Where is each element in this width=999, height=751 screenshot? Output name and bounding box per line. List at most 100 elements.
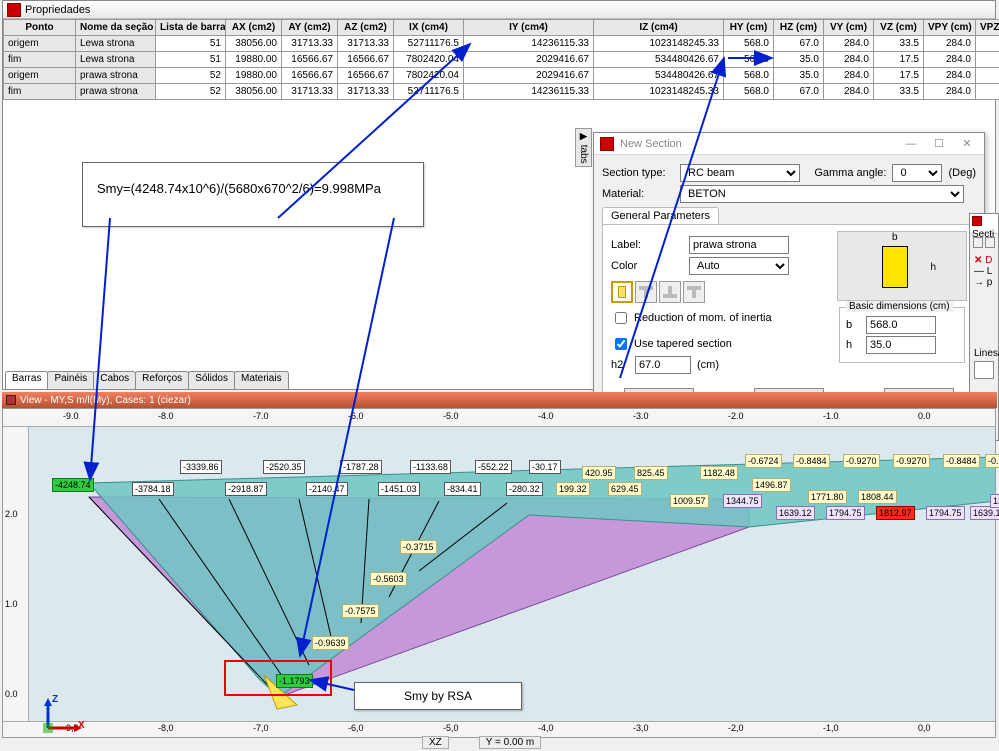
shape-tee1-icon[interactable]	[635, 281, 657, 303]
shape-cross-icon[interactable]	[683, 281, 705, 303]
cell[interactable]: 38056.00	[226, 36, 282, 52]
cell[interactable]: 17.5	[874, 52, 924, 68]
column-header[interactable]: IZ (cm4)	[594, 20, 724, 36]
tab-materiais[interactable]: Materiais	[234, 371, 289, 389]
column-header[interactable]: IY (cm4)	[464, 20, 594, 36]
cell[interactable]: 14236115.33	[464, 84, 594, 100]
column-header[interactable]: AZ (cm2)	[338, 20, 394, 36]
cell[interactable]: 52	[156, 84, 226, 100]
cell[interactable]: 67.0	[774, 36, 824, 52]
cell[interactable]: origem	[4, 68, 76, 84]
table-row[interactable]: origemLewa strona5138056.0031713.3331713…	[4, 36, 999, 52]
cell[interactable]: origem	[4, 36, 76, 52]
cell[interactable]: 568.0	[724, 52, 774, 68]
cell[interactable]: 16566.67	[282, 52, 338, 68]
cell[interactable]: 33.5	[874, 84, 924, 100]
cell[interactable]: 31713.33	[282, 36, 338, 52]
tab-paineis[interactable]: Painéis	[47, 371, 94, 389]
table-row[interactable]: origemprawa strona5219880.0016566.671656…	[4, 68, 999, 84]
cell[interactable]: 284.0	[824, 84, 874, 100]
tab-general-parameters[interactable]: General Parameters	[602, 207, 719, 224]
h2-input[interactable]	[635, 356, 691, 374]
cell[interactable]: 17.5	[874, 68, 924, 84]
column-header[interactable]: VPZ (cm)	[976, 20, 999, 36]
cell[interactable]: 52	[156, 68, 226, 84]
cell[interactable]: 2029416.67	[464, 52, 594, 68]
cell[interactable]: 284.0	[924, 52, 976, 68]
cell[interactable]: 33.5	[976, 84, 999, 100]
cell[interactable]: 19880.00	[226, 52, 282, 68]
view-bar[interactable]: View - MY,S m/l(My), Cases: 1 (ciezar)	[2, 392, 997, 408]
cell[interactable]: fim	[4, 84, 76, 100]
column-header[interactable]: VZ (cm)	[874, 20, 924, 36]
cell[interactable]: 16566.67	[338, 68, 394, 84]
reduction-checkbox[interactable]: Reduction of mom. of inertia	[611, 309, 831, 327]
cell[interactable]: fim	[4, 52, 76, 68]
cell[interactable]: 35.0	[774, 52, 824, 68]
side-tabs-handle[interactable]: ◀ tabs	[575, 128, 592, 167]
cell[interactable]: 534480426.67	[594, 68, 724, 84]
open-icon[interactable]	[985, 237, 995, 248]
cell[interactable]: 284.0	[824, 68, 874, 84]
tapered-checkbox[interactable]: Use tapered section	[611, 335, 831, 353]
properties-bottom-tabs[interactable]: Barras Painéis Cabos Reforços Sólidos Ma…	[5, 371, 288, 389]
shape-tee2-icon[interactable]	[659, 281, 681, 303]
cell[interactable]: 31713.33	[338, 84, 394, 100]
cell[interactable]: 568.0	[724, 84, 774, 100]
tab-reforcos[interactable]: Reforços	[135, 371, 189, 389]
column-header[interactable]: Ponto	[4, 20, 76, 36]
cell[interactable]: Lewa strona	[76, 52, 156, 68]
cell[interactable]: 2029416.67	[464, 68, 594, 84]
cell[interactable]: 16566.67	[282, 68, 338, 84]
cell[interactable]: 568.0	[724, 36, 774, 52]
table-row[interactable]: fimLewa strona5119880.0016566.6716566.67…	[4, 52, 999, 68]
cell[interactable]: 67.0	[774, 84, 824, 100]
cell[interactable]: 31713.33	[282, 84, 338, 100]
cell[interactable]: 35.0	[774, 68, 824, 84]
cell[interactable]: 284.0	[924, 84, 976, 100]
cell[interactable]: 33.5	[976, 36, 999, 52]
column-header[interactable]: HY (cm)	[724, 20, 774, 36]
column-header[interactable]: VY (cm)	[824, 20, 874, 36]
shape-rect-icon[interactable]	[611, 281, 633, 303]
section-type-select[interactable]: RC beam	[680, 164, 800, 182]
cell[interactable]: 1023148245.33	[594, 36, 724, 52]
column-header[interactable]: IX (cm4)	[394, 20, 464, 36]
cell[interactable]: 19880.00	[226, 68, 282, 84]
column-header[interactable]: VPY (cm)	[924, 20, 976, 36]
cell[interactable]: Lewa strona	[76, 36, 156, 52]
label-input[interactable]	[689, 236, 789, 254]
color-select[interactable]: Auto	[689, 257, 789, 275]
lines-input[interactable]	[974, 361, 994, 379]
close-button[interactable]: ✕	[956, 135, 978, 153]
cell[interactable]: 284.0	[824, 36, 874, 52]
cell[interactable]: 51	[156, 52, 226, 68]
column-header[interactable]: HZ (cm)	[774, 20, 824, 36]
cell[interactable]: 7802420.04	[394, 52, 464, 68]
cell[interactable]: 534480426.67	[594, 52, 724, 68]
maximize-button[interactable]: ☐	[928, 135, 950, 153]
cell[interactable]: 17.5	[976, 68, 999, 84]
properties-title-bar[interactable]: Propriedades	[3, 1, 995, 19]
properties-table[interactable]: PontoNome da seção ▲Lista de barrasAX (c…	[3, 19, 999, 100]
column-header[interactable]: Lista de barras	[156, 20, 226, 36]
cell[interactable]: 17.5	[976, 52, 999, 68]
tab-cabos[interactable]: Cabos	[93, 371, 136, 389]
b-input[interactable]	[866, 316, 936, 334]
cell[interactable]: 33.5	[874, 36, 924, 52]
h-input[interactable]	[866, 336, 936, 354]
cell[interactable]: 38056.00	[226, 84, 282, 100]
column-header[interactable]: AY (cm2)	[282, 20, 338, 36]
cell[interactable]: 568.0	[724, 68, 774, 84]
gamma-select[interactable]: 0	[892, 164, 942, 182]
cell[interactable]: 284.0	[924, 68, 976, 84]
cell[interactable]: 1023148245.33	[594, 84, 724, 100]
cell[interactable]: prawa strona	[76, 68, 156, 84]
dialog-title-bar[interactable]: New Section — ☐ ✕	[594, 133, 984, 155]
tab-barras[interactable]: Barras	[5, 371, 48, 389]
cell[interactable]: 7802420.04	[394, 68, 464, 84]
cell[interactable]: 52711176.5	[394, 36, 464, 52]
cell[interactable]: 284.0	[924, 36, 976, 52]
cell[interactable]: 31713.33	[338, 36, 394, 52]
cell[interactable]: prawa strona	[76, 84, 156, 100]
